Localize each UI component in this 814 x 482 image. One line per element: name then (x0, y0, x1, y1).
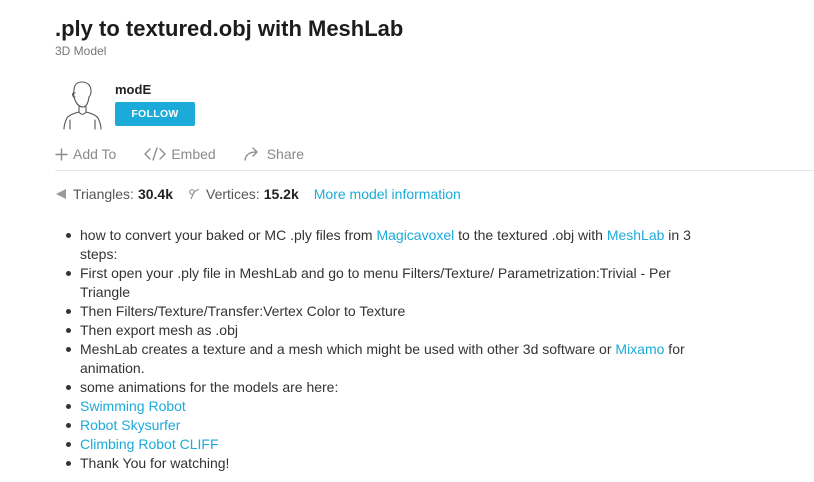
triangle-icon (56, 189, 66, 199)
list-item: how to convert your baked or MC .ply fil… (62, 226, 722, 264)
list-item: Climbing Robot CLIFF (62, 435, 722, 454)
robot-skysurfer-link[interactable]: Robot Skysurfer (80, 417, 180, 433)
triangles-label: Triangles: (73, 186, 134, 202)
divider (55, 170, 814, 171)
model-stats: Triangles: 30.4k Vertices: 15.2k More mo… (55, 183, 461, 205)
list-item: Then Filters/Texture/Transfer:Vertex Col… (62, 302, 722, 321)
plus-icon (55, 148, 68, 160)
description-text: how to convert your baked or MC .ply fil… (80, 227, 377, 243)
list-item: Swimming Robot (62, 397, 722, 416)
vertices-stat: Vertices: 15.2k (188, 186, 299, 202)
embed-button[interactable]: Embed (144, 146, 216, 162)
vertices-label: Vertices: (206, 186, 260, 202)
more-model-info-link[interactable]: More model information (314, 186, 461, 202)
description-text: to the textured .obj with (454, 227, 607, 243)
list-item: Then export mesh as .obj (62, 321, 722, 340)
embed-label: Embed (171, 146, 216, 162)
code-icon (144, 147, 166, 161)
model-type-label: 3D Model (55, 44, 107, 58)
list-item: Thank You for watching! (62, 454, 722, 473)
share-button[interactable]: Share (244, 146, 304, 162)
model-description: how to convert your baked or MC .ply fil… (62, 226, 722, 473)
vertex-icon (189, 188, 200, 200)
follow-button[interactable]: FOLLOW (115, 102, 195, 126)
page-title: .ply to textured.obj with MeshLab (55, 16, 404, 41)
action-bar: Add To Embed Share (55, 143, 332, 165)
description-text: MeshLab creates a texture and a mesh whi… (80, 341, 616, 357)
climbing-robot-cliff-link[interactable]: Climbing Robot CLIFF (80, 436, 219, 452)
triangles-value: 30.4k (137, 186, 173, 202)
share-label: Share (266, 146, 305, 162)
magicavoxel-link[interactable]: Magicavoxel (376, 227, 454, 243)
add-to-label: Add To (73, 146, 117, 162)
list-item: Robot Skysurfer (62, 416, 722, 435)
avatar[interactable] (58, 80, 106, 130)
meshlab-link[interactable]: MeshLab (607, 227, 665, 243)
vertices-value: 15.2k (263, 186, 299, 202)
triangles-stat: Triangles: 30.4k (55, 186, 173, 202)
add-to-button[interactable]: Add To (55, 146, 116, 162)
mixamo-link[interactable]: Mixamo (615, 341, 664, 357)
list-item: MeshLab creates a texture and a mesh whi… (62, 340, 722, 378)
list-item: First open your .ply file in MeshLab and… (62, 264, 722, 302)
author-name[interactable]: modE (115, 82, 151, 97)
list-item: some animations for the models are here: (62, 378, 722, 397)
swimming-robot-link[interactable]: Swimming Robot (80, 398, 186, 414)
share-arrow-icon (244, 147, 258, 161)
user-outline-icon (63, 81, 102, 130)
